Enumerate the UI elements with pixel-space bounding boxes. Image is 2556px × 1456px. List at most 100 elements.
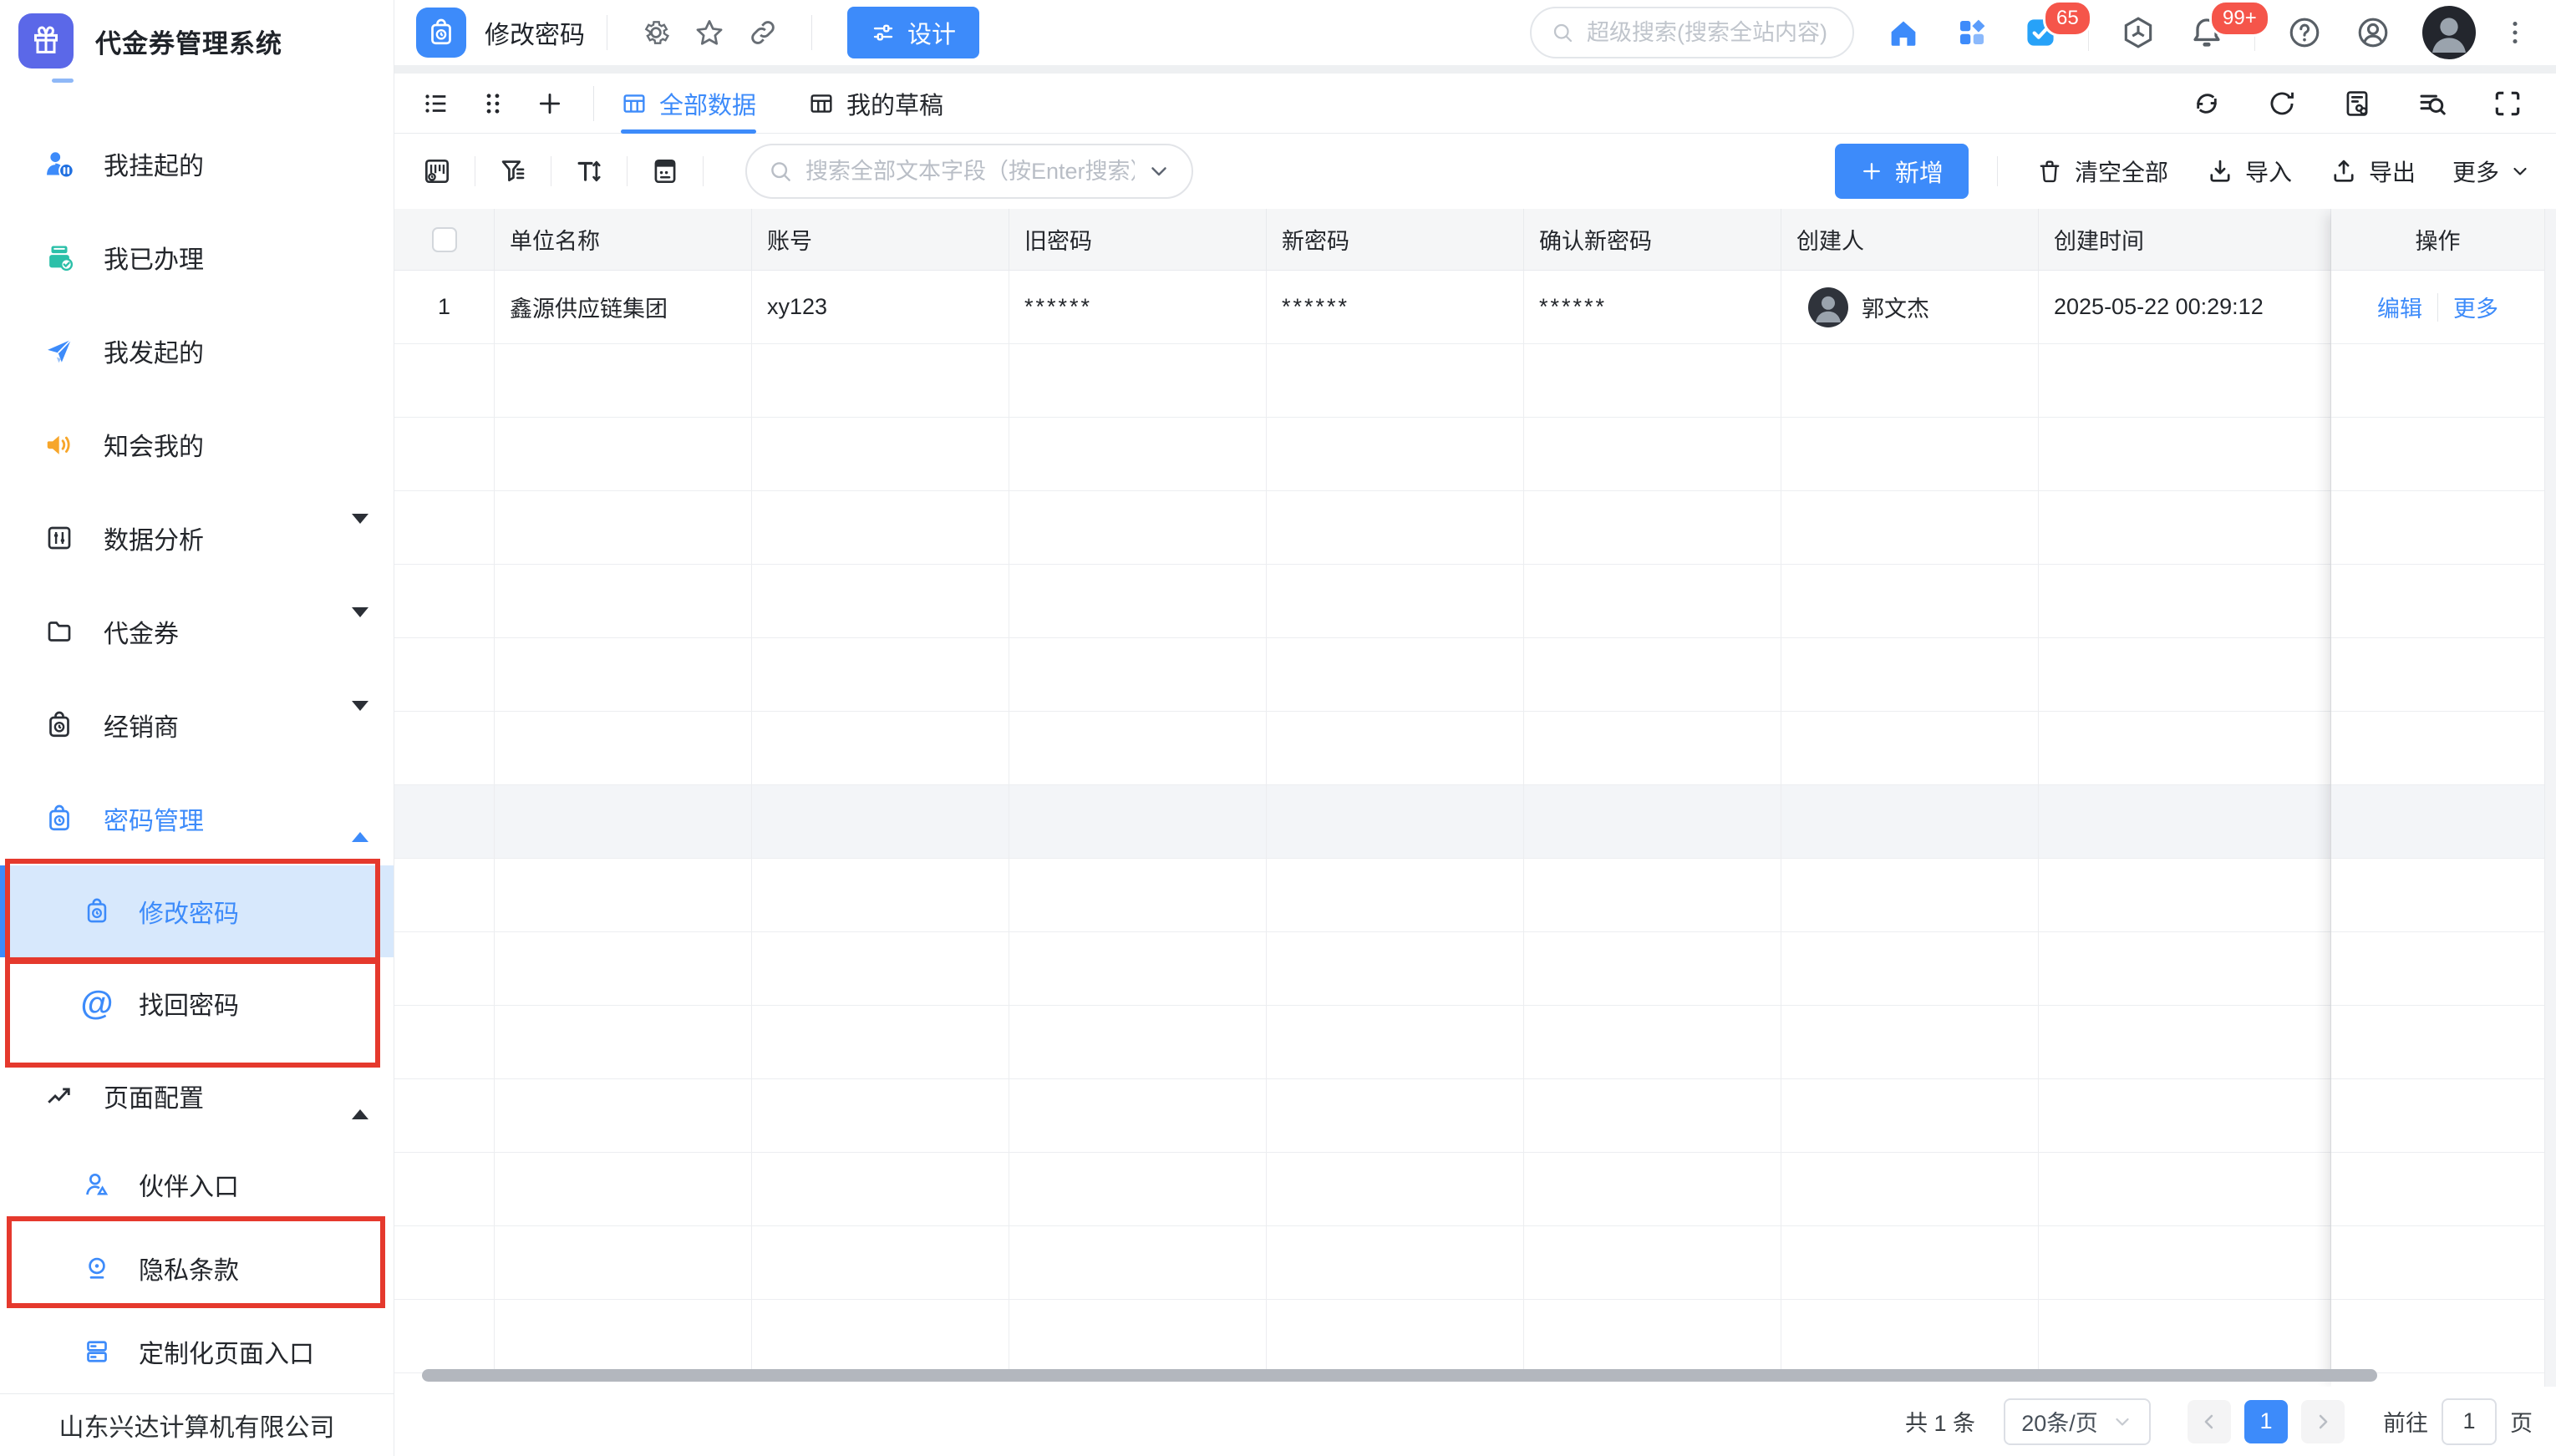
layers-icon bbox=[80, 1335, 114, 1368]
fullscreen-icon[interactable] bbox=[2491, 87, 2524, 120]
table-row bbox=[394, 1226, 2331, 1300]
table-row bbox=[394, 1006, 2331, 1079]
global-search-input[interactable] bbox=[1587, 20, 1883, 46]
tab-my-drafts[interactable]: 我的草稿 bbox=[808, 74, 943, 134]
search-list-icon[interactable] bbox=[2416, 87, 2449, 120]
pinned-empty-rows bbox=[2331, 344, 2544, 1373]
import-button[interactable]: 导入 bbox=[2205, 155, 2292, 188]
display-settings-icon[interactable] bbox=[419, 154, 455, 189]
empty-cell bbox=[752, 859, 1009, 932]
apps-grid-icon[interactable] bbox=[1953, 13, 1991, 52]
sidebar-item-label: 我已办理 bbox=[104, 239, 204, 276]
edit-link[interactable]: 编辑 bbox=[2377, 291, 2422, 323]
text-size-icon[interactable] bbox=[572, 154, 607, 189]
recycle-icon[interactable] bbox=[2190, 87, 2223, 120]
more-link[interactable]: 更多 bbox=[2453, 291, 2498, 323]
pinned-empty-cell bbox=[2331, 932, 2544, 1006]
select-all-checkbox[interactable] bbox=[432, 227, 457, 252]
empty-cell bbox=[2039, 1006, 2331, 1079]
horizontal-scrollbar[interactable] bbox=[422, 1369, 2377, 1382]
sidebar-group-dealer[interactable]: 经销商 bbox=[0, 678, 394, 772]
at-icon: @ bbox=[80, 987, 114, 1020]
empty-cell bbox=[495, 859, 752, 932]
table-row bbox=[394, 638, 2331, 712]
data-table: 单位名称 账号 旧密码 新密码 确认新密码 创建人 创建时间 1 鑫源供应链集团… bbox=[394, 209, 2556, 1387]
global-search[interactable] bbox=[1530, 7, 1854, 58]
sidebar-item-change-password[interactable]: 修改密码 bbox=[0, 865, 394, 957]
more-button[interactable]: 更多 bbox=[2452, 155, 2531, 188]
empty-cell bbox=[1781, 491, 2039, 565]
empty-cell bbox=[495, 565, 752, 638]
sidebar-group-voucher[interactable]: 代金券 bbox=[0, 585, 394, 678]
empty-cell bbox=[1267, 1226, 1524, 1300]
table-row bbox=[394, 491, 2331, 565]
cell-account: xy123 bbox=[752, 271, 1009, 344]
sidebar-group-page-config[interactable]: 页面配置 bbox=[0, 1049, 394, 1143]
user-avatar[interactable] bbox=[2422, 6, 2476, 59]
home-icon[interactable] bbox=[1884, 13, 1923, 52]
sidebar-group-data-analysis[interactable]: 数据分析 bbox=[0, 491, 394, 585]
list-view-icon[interactable] bbox=[419, 87, 453, 120]
tab-all-data[interactable]: 全部数据 bbox=[621, 74, 756, 134]
user-pause-icon bbox=[40, 147, 79, 180]
help-icon[interactable] bbox=[2285, 13, 2324, 52]
filter-icon[interactable] bbox=[495, 154, 531, 189]
kebab-menu-icon[interactable] bbox=[2496, 13, 2534, 52]
card-view-icon[interactable] bbox=[648, 154, 683, 189]
column-header-actions: 操作 bbox=[2331, 209, 2544, 271]
pagination-bar: 共 1 条 20条/页 1 前往 页 bbox=[394, 1387, 2556, 1456]
clear-all-button[interactable]: 清空全部 bbox=[2035, 155, 2168, 188]
empty-cell bbox=[2039, 932, 2331, 1006]
empty-cell bbox=[1524, 785, 1781, 859]
sidebar-item-recover-password[interactable]: @ 找回密码 bbox=[0, 957, 394, 1049]
design-button[interactable]: 设计 bbox=[847, 7, 979, 58]
hexagon-hub-icon[interactable] bbox=[2119, 13, 2157, 52]
chevron-down-icon bbox=[352, 617, 368, 646]
add-button[interactable]: 新增 bbox=[1835, 144, 1969, 199]
table-search-input[interactable] bbox=[805, 159, 1135, 185]
chevron-down-icon[interactable] bbox=[1146, 159, 1171, 184]
contact-icon[interactable] bbox=[2354, 13, 2392, 52]
refresh-icon[interactable] bbox=[2265, 87, 2299, 120]
vertical-scrollbar-track[interactable] bbox=[2544, 209, 2556, 1387]
pinned-empty-cell bbox=[2331, 638, 2544, 712]
clipboard-icon bbox=[80, 895, 114, 928]
sidebar-item-my-initiated[interactable]: 我发起的 bbox=[0, 304, 394, 398]
pinned-empty-cell bbox=[2331, 1153, 2544, 1226]
empty-cell bbox=[752, 932, 1009, 1006]
link-icon[interactable] bbox=[744, 14, 781, 51]
todo-check-icon[interactable]: 65 bbox=[2021, 13, 2060, 52]
sidebar-item-notify-me[interactable]: 知会我的 bbox=[0, 398, 394, 491]
next-page-button[interactable] bbox=[2301, 1400, 2345, 1443]
empty-cell bbox=[1267, 1079, 1524, 1153]
table-row[interactable]: 1 鑫源供应链集团 xy123 ****** ****** ****** 郭文杰… bbox=[394, 271, 2331, 344]
bell-icon[interactable]: 99+ bbox=[2188, 13, 2226, 52]
partner-icon bbox=[80, 1168, 114, 1201]
empty-cell bbox=[1781, 565, 2039, 638]
empty-cell bbox=[752, 418, 1009, 491]
current-page-button[interactable]: 1 bbox=[2244, 1400, 2288, 1443]
empty-cell bbox=[1009, 932, 1267, 1006]
grid-dots-icon[interactable] bbox=[476, 87, 510, 120]
empty-cell bbox=[752, 1300, 1009, 1373]
sidebar-group-password-management[interactable]: 密码管理 bbox=[0, 772, 394, 865]
page-size-select[interactable]: 20条/页 bbox=[2004, 1398, 2151, 1445]
star-icon[interactable] bbox=[691, 14, 728, 51]
empty-cell bbox=[1009, 1153, 1267, 1226]
sidebar-item-my-suspended[interactable]: 我挂起的 bbox=[0, 117, 394, 211]
table-search[interactable] bbox=[745, 144, 1193, 199]
sliders-icon bbox=[871, 20, 896, 45]
add-view-icon[interactable] bbox=[533, 87, 567, 120]
sidebar-item-custom-page-entry[interactable]: 定制化页面入口 bbox=[0, 1310, 394, 1393]
export-button[interactable]: 导出 bbox=[2329, 155, 2416, 188]
sidebar-item-privacy-terms[interactable]: 隐私条款 bbox=[0, 1226, 394, 1310]
sidebar-item-my-handled[interactable]: 我已办理 bbox=[0, 211, 394, 304]
empty-cell bbox=[2039, 418, 2331, 491]
doc-link-icon[interactable] bbox=[2340, 87, 2374, 120]
sidebar-item-partner-entry[interactable]: 伙伴入口 bbox=[0, 1143, 394, 1226]
sidebar-item-label: 我挂起的 bbox=[104, 145, 204, 182]
table-row bbox=[394, 1079, 2331, 1153]
gear-icon[interactable] bbox=[638, 14, 674, 51]
goto-page-input[interactable] bbox=[2442, 1398, 2497, 1445]
prev-page-button[interactable] bbox=[2188, 1400, 2231, 1443]
